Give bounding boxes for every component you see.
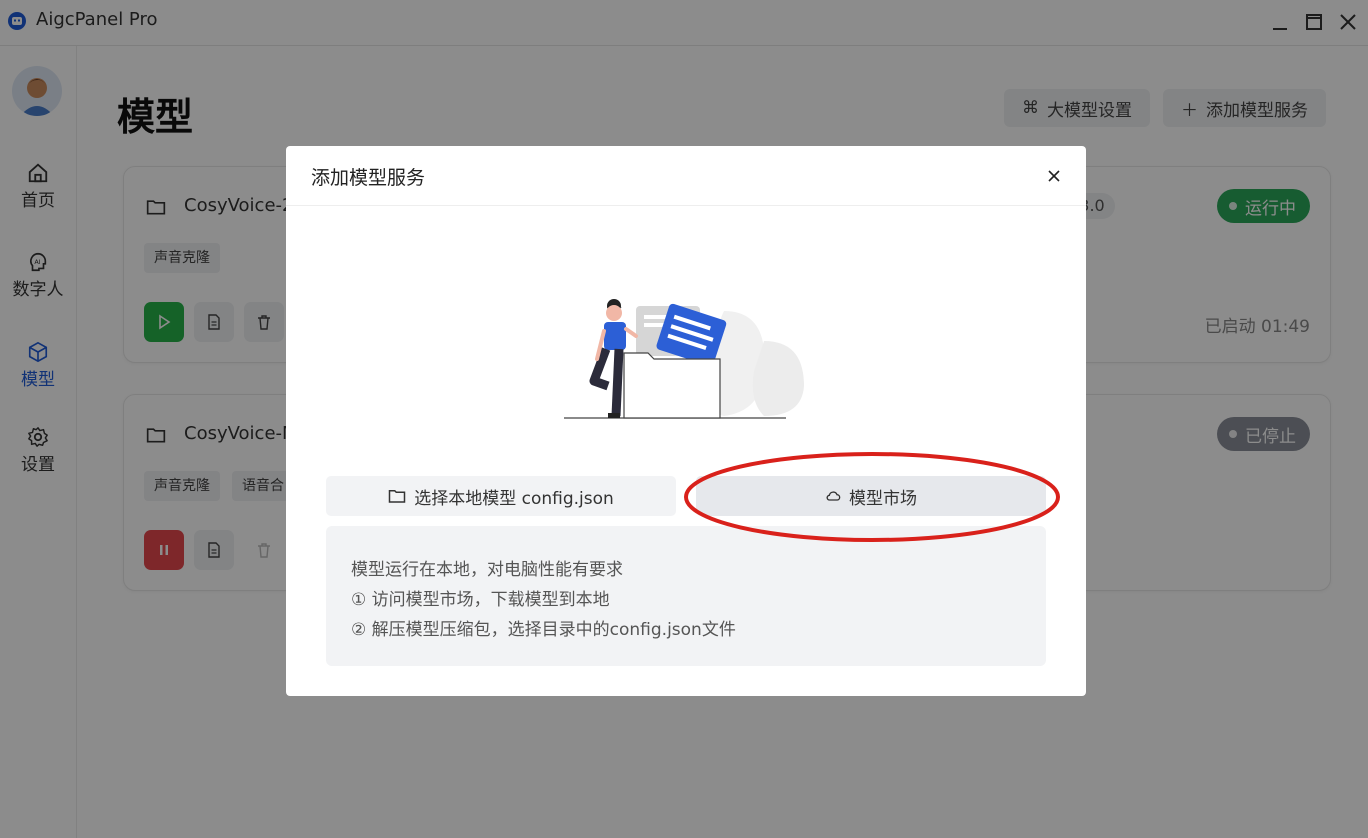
dialog-title: 添加模型服务 (311, 167, 426, 189)
folder-icon (388, 490, 406, 503)
dialog-close-button[interactable] (1042, 164, 1066, 188)
dialog-header: 添加模型服务 (286, 146, 1086, 206)
empty-folder-illustration (564, 299, 804, 419)
highlight-ellipse (684, 452, 1060, 542)
info-line: ① 访问模型市场，下载模型到本地 (351, 590, 610, 610)
close-icon (1048, 170, 1060, 182)
select-local-model-label: 选择本地模型 config.json (414, 488, 614, 509)
select-local-model-button[interactable]: 选择本地模型 config.json (326, 476, 676, 516)
add-model-service-dialog: 添加模型服务 选择本地模型 config.json 模型市场 模型运行在本地，对… (286, 146, 1086, 696)
info-line: ② 解压模型压缩包，选择目录中的config.json文件 (351, 620, 736, 640)
info-box: 模型运行在本地，对电脑性能有要求 ① 访问模型市场，下载模型到本地 ② 解压模型… (326, 526, 1046, 666)
info-line: 模型运行在本地，对电脑性能有要求 (351, 560, 623, 580)
